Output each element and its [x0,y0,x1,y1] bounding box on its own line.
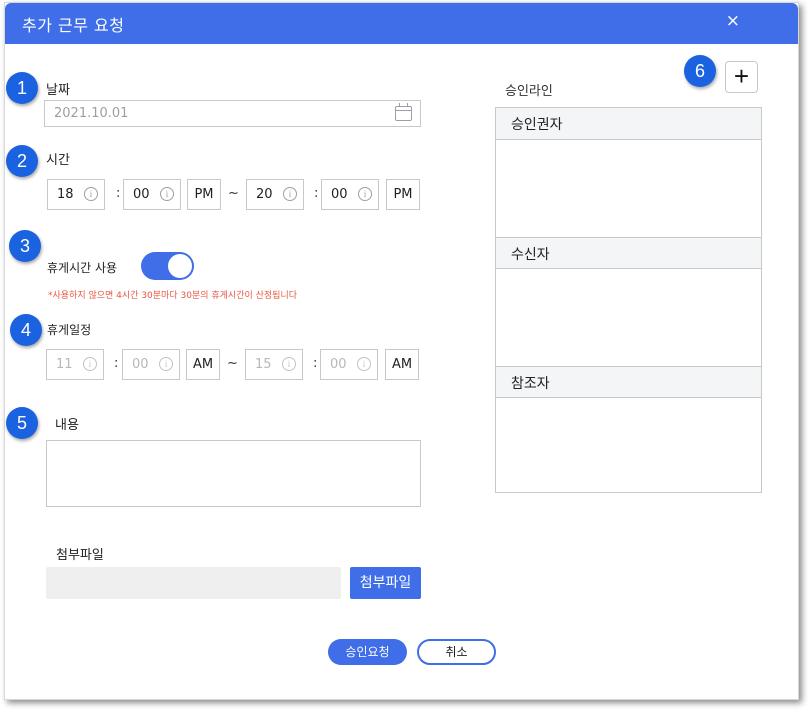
break-end-minute-value: 00 [330,357,347,372]
date-value: 2021.10.01 [54,106,129,121]
break-toggle-label: 휴게시간 사용 [47,261,118,275]
info-icon: i [159,357,173,371]
break-warning-text: *사용하지 않으면 4시간 30분마다 30분의 휴게시간이 산정됩니다 [48,291,298,301]
calendar-icon[interactable] [395,103,412,121]
step-badge-2: 2 [6,145,38,177]
break-time-toggle[interactable] [141,252,194,280]
info-icon: i [357,357,371,371]
info-icon: i [358,187,372,201]
info-icon: i [83,357,97,371]
end-minute-value: 00 [331,187,348,202]
end-minute-input[interactable]: 00 i [321,179,379,210]
reference-section-header: 참조자 [496,366,761,398]
step-badge-1: 1 [6,72,38,104]
attachment-label: 첨부파일 [56,548,104,563]
start-minute-value: 00 [133,187,150,202]
break-range-separator: ~ [227,356,238,371]
time-range-separator: ~ [228,186,239,201]
dialog-title: 추가 근무 요청 [22,16,125,35]
approver-section-header: 승인권자 [496,108,761,140]
info-icon: i [84,187,98,201]
info-icon: i [282,357,296,371]
close-icon[interactable]: × [726,11,740,31]
start-minute-input[interactable]: 00 i [123,179,181,210]
approval-line-panel: 승인권자 수신자 참조자 [495,107,762,493]
break-end-minute-input[interactable]: 00 i [320,349,378,380]
break-schedule-label: 휴게일정 [47,323,92,337]
break-start-minute-input[interactable]: 00 i [122,349,180,380]
start-ampm-select[interactable]: PM [187,179,221,210]
end-ampm-select[interactable]: PM [386,179,420,210]
start-hour-input[interactable]: 18 i [47,179,105,210]
break-end-hour-input[interactable]: 15 i [245,349,303,380]
break-colon: : [114,356,119,371]
end-hour-input[interactable]: 20 i [246,179,304,210]
cancel-button[interactable]: 취소 [417,639,496,665]
time-colon: : [116,186,121,201]
break-end-ampm-select[interactable]: AM [385,349,419,380]
time-colon: : [314,186,319,201]
step-badge-4: 4 [10,314,42,346]
break-start-hour-value: 11 [56,357,73,372]
info-icon: i [283,187,297,201]
approve-request-button[interactable]: 승인요청 [328,639,407,665]
recipient-section-header: 수신자 [496,237,761,269]
attachment-button[interactable]: 첨부파일 [350,567,421,599]
date-input[interactable]: 2021.10.01 [44,100,421,127]
info-icon: i [160,187,174,201]
content-textarea[interactable] [46,440,421,507]
break-end-hour-value: 15 [255,357,272,372]
step-badge-5: 5 [6,407,38,439]
overtime-request-dialog: 추가 근무 요청 × 1 2 3 4 5 6 날짜 2021.10.01 시간 … [4,2,799,700]
attachment-file-field[interactable] [46,567,341,599]
break-colon: : [313,356,318,371]
end-hour-value: 20 [256,187,273,202]
step-badge-6: 6 [684,55,716,87]
break-start-hour-input[interactable]: 11 i [46,349,104,380]
content-label: 내용 [55,418,79,433]
add-approver-button[interactable]: + [725,61,758,93]
date-label: 날짜 [46,83,70,98]
time-label: 시간 [46,153,70,168]
approval-line-title: 승인라인 [505,84,553,99]
start-hour-value: 18 [57,187,74,202]
toggle-knob [168,254,192,278]
break-start-ampm-select[interactable]: AM [186,349,220,380]
break-start-minute-value: 00 [132,357,149,372]
dialog-titlebar: 추가 근무 요청 × [5,3,798,44]
step-badge-3: 3 [9,230,41,262]
